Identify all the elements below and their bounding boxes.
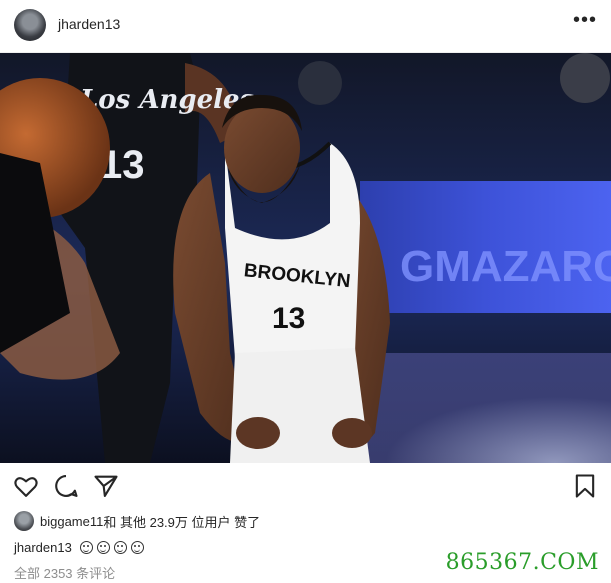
smile-emoji-icon [79,541,93,554]
crowd-figure [560,53,610,103]
liker-username[interactable]: biggame11 [40,514,103,529]
arena-board-text: GMAZARCH 7 [400,242,611,291]
player-head [224,103,300,193]
view-all-comments-link[interactable]: 全部 2353 条评论 [14,563,115,582]
avatar[interactable] [14,9,46,41]
likes-count-text[interactable]: 和 其他 23.9万 位用户 赞了 [103,512,260,531]
smile-emoji-icon [96,541,110,554]
heart-icon[interactable] [12,472,40,500]
player-hand [236,417,280,449]
watermark: 865367.COM [445,550,599,575]
player-jersey-number: 13 [272,302,305,335]
post-image[interactable]: GMAZARCH 7 Los Angeles 13 BROOKLYN 13 [0,53,611,463]
liker-avatar[interactable] [14,511,34,531]
post-caption: jharden13 [14,540,144,555]
post-header: jharden13 ••• [0,0,611,53]
smile-emoji-icon [113,541,127,554]
caption-username[interactable]: jharden13 [14,540,72,555]
crowd-figure [298,61,342,105]
smile-emoji-icon [130,541,144,554]
send-icon[interactable] [92,472,120,500]
bookmark-icon[interactable] [571,472,599,500]
player-hand [332,418,372,448]
likes-line: biggame11 和 其他 23.9万 位用户 赞了 [14,510,260,532]
comment-icon[interactable] [52,472,80,500]
post-username[interactable]: jharden13 [58,16,120,32]
ellipsis-icon[interactable]: ••• [573,10,597,30]
post-actions [0,472,611,506]
opponent-jersey-text: Los Angeles [79,85,255,115]
